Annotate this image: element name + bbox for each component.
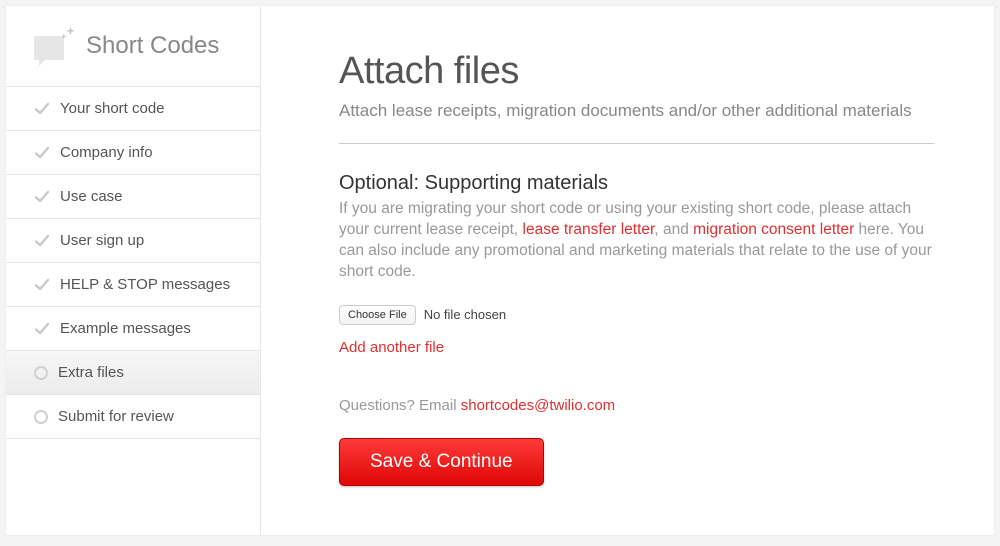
add-another-file-link[interactable]: Add another file bbox=[339, 339, 444, 356]
sidebar-header: + + Short Codes bbox=[6, 6, 260, 87]
radio-icon bbox=[34, 410, 48, 424]
section-title: Optional: Supporting materials bbox=[339, 172, 934, 195]
sidebar-item-help-stop[interactable]: HELP & STOP messages bbox=[6, 263, 260, 307]
sidebar-item-label: Your short code bbox=[60, 100, 165, 117]
migration-consent-letter-link[interactable]: migration consent letter bbox=[693, 221, 854, 238]
sidebar: + + Short Codes Your short code Company … bbox=[6, 6, 261, 535]
sidebar-item-label: User sign up bbox=[60, 232, 144, 249]
check-icon bbox=[34, 101, 50, 117]
check-icon bbox=[34, 189, 50, 205]
sidebar-item-label: Company info bbox=[60, 144, 153, 161]
sidebar-item-user-sign-up[interactable]: User sign up bbox=[6, 219, 260, 263]
section-paragraph: If you are migrating your short code or … bbox=[339, 199, 934, 283]
page-title: Attach files bbox=[339, 50, 934, 93]
page-subtitle: Attach lease receipts, migration documen… bbox=[339, 101, 934, 144]
sidebar-item-submit-for-review[interactable]: Submit for review bbox=[6, 395, 260, 439]
sidebar-item-example-messages[interactable]: Example messages bbox=[6, 307, 260, 351]
check-icon bbox=[34, 277, 50, 293]
sidebar-item-use-case[interactable]: Use case bbox=[6, 175, 260, 219]
sidebar-item-label: Use case bbox=[60, 188, 123, 205]
questions-text: Questions? Email shortcodes@twilio.com bbox=[339, 397, 934, 414]
sidebar-item-your-short-code[interactable]: Your short code bbox=[6, 87, 260, 131]
file-status-text: No file chosen bbox=[424, 307, 506, 322]
sidebar-item-label: Submit for review bbox=[58, 408, 174, 425]
questions-prefix: Questions? Email bbox=[339, 397, 461, 414]
sidebar-item-company-info[interactable]: Company info bbox=[6, 131, 260, 175]
main-content: Attach files Attach lease receipts, migr… bbox=[261, 6, 994, 535]
sidebar-item-extra-files[interactable]: Extra files bbox=[6, 351, 260, 395]
check-icon bbox=[34, 233, 50, 249]
support-email-link[interactable]: shortcodes@twilio.com bbox=[461, 397, 615, 414]
file-input-row: Choose File No file chosen bbox=[339, 305, 934, 325]
sidebar-title: Short Codes bbox=[86, 32, 219, 60]
radio-icon bbox=[34, 366, 48, 380]
save-continue-button[interactable]: Save & Continue bbox=[339, 438, 544, 486]
section-text-part: , and bbox=[654, 221, 693, 238]
sidebar-item-label: HELP & STOP messages bbox=[60, 276, 230, 293]
choose-file-button[interactable]: Choose File bbox=[339, 305, 416, 325]
chat-bubble-icon: + + bbox=[32, 26, 72, 66]
check-icon bbox=[34, 145, 50, 161]
sidebar-item-label: Example messages bbox=[60, 320, 191, 337]
lease-transfer-letter-link[interactable]: lease transfer letter bbox=[523, 221, 655, 238]
check-icon bbox=[34, 321, 50, 337]
sidebar-item-label: Extra files bbox=[58, 364, 124, 381]
